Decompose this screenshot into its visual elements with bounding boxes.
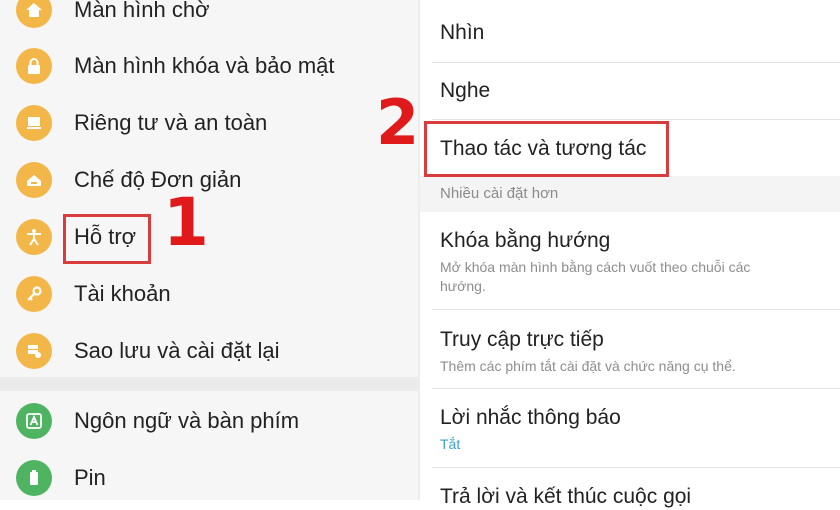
menu-item-label: Chế độ Đơn giản: [74, 167, 242, 192]
menu-item-privacy[interactable]: Riêng tư và an toàn: [0, 95, 420, 151]
menu-item-label: Ngôn ngữ và bàn phím: [74, 408, 300, 433]
section-header-more-settings: Nhiều cài đặt hơn: [420, 176, 840, 212]
menu-item-label: Màn hình khóa và bảo mật: [74, 53, 335, 78]
submenu-item-vision[interactable]: Nhìn: [440, 20, 484, 46]
home-icon: [16, 0, 52, 28]
submenu-item-subtitle: Mở khóa màn hình bằng cách vuốt theo chu…: [440, 259, 751, 294]
menu-item-label: Pin: [74, 465, 106, 490]
accessibility-icon: [16, 219, 52, 255]
submenu-item-title: Khóa bằng hướng: [440, 229, 611, 252]
battery-icon: [16, 460, 52, 496]
submenu-item-title: Trả lời và kết thúc cuộc gọi: [440, 485, 692, 508]
backup-icon: [16, 333, 52, 369]
submenu-item-hearing[interactable]: Nghe: [440, 78, 490, 104]
menu-item-label: Màn hình chờ: [74, 0, 210, 22]
menu-item-label: Sao lưu và cài đặt lại: [74, 338, 280, 363]
menu-item-backup-reset[interactable]: Sao lưu và cài đặt lại: [0, 323, 420, 379]
submenu-item-status: Tắt: [440, 436, 461, 452]
easy-mode-icon: [16, 162, 52, 198]
key-icon: [16, 276, 52, 312]
submenu-item-subtitle: Thêm các phím tắt cài đặt và chức năng c…: [440, 358, 736, 374]
section-divider: [0, 377, 420, 391]
privacy-icon: [16, 105, 52, 141]
divider: [432, 119, 840, 120]
menu-item-battery[interactable]: Pin: [0, 450, 420, 500]
divider: [432, 62, 840, 63]
menu-item-label: Tài khoản: [74, 281, 171, 306]
step-number-1: 1: [163, 184, 209, 261]
highlight-box-interaction: [424, 121, 669, 177]
submenu-item-title: Truy cập trực tiếp: [440, 328, 604, 351]
menu-item-home-screen[interactable]: Màn hình chờ: [0, 0, 420, 38]
menu-item-accounts[interactable]: Tài khoản: [0, 266, 420, 322]
lock-icon: [16, 48, 52, 84]
step-number-2: 2: [376, 86, 420, 159]
submenu-item-direct-access[interactable]: Truy cập trực tiếp Thêm các phím tắt cài…: [440, 327, 800, 376]
submenu-item-answer-end-calls[interactable]: Trả lời và kết thúc cuộc gọi: [440, 484, 691, 510]
language-icon: [16, 403, 52, 439]
menu-item-language-keyboard[interactable]: Ngôn ngữ và bàn phím: [0, 393, 420, 449]
divider: [432, 388, 840, 389]
menu-item-label: Riêng tư và an toàn: [74, 110, 268, 135]
submenu-item-direction-lock[interactable]: Khóa bằng hướng Mở khóa màn hình bằng cá…: [440, 228, 800, 296]
menu-item-easy-mode[interactable]: Chế độ Đơn giản: [0, 152, 420, 208]
menu-item-lock-security[interactable]: Màn hình khóa và bảo mật: [0, 38, 420, 94]
section-header-label: Nhiều cài đặt hơn: [440, 185, 559, 202]
submenu-item-title: Lời nhắc thông báo: [440, 406, 621, 429]
divider: [432, 467, 840, 468]
divider: [432, 309, 840, 310]
submenu-item-title: Nghe: [440, 79, 491, 102]
submenu-item-notification-reminder[interactable]: Lời nhắc thông báo Tắt: [440, 405, 800, 454]
highlight-box-accessibility: [63, 214, 151, 264]
submenu-item-title: Nhìn: [440, 21, 485, 44]
